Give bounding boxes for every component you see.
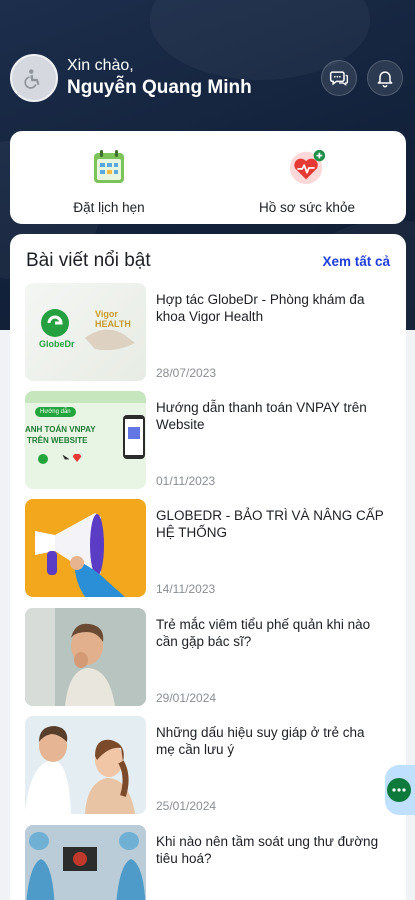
chat-button[interactable] [321, 60, 357, 96]
article-title: Hợp tác GlobeDr - Phòng khám đa khoa Vig… [156, 292, 365, 324]
health-record-button[interactable]: Hồ sơ sức khỏe [208, 131, 406, 224]
article-item[interactable]: Trẻ mắc viêm tiểu phế quản khi nào cần g… [25, 608, 395, 706]
article-date: 25/01/2024 [156, 799, 217, 813]
article-thumbnail: GlobeDr Vigor HEALTH [25, 283, 146, 381]
user-name: Nguyễn Quang Minh [67, 77, 252, 98]
article-title: Những dấu hiệu suy giáp ở trẻ cha mẹ cần… [156, 725, 365, 757]
article-title: GLOBEDR - BẢO TRÌ VÀ NÂNG CẤP HỆ THỐNG [156, 508, 384, 540]
floating-chat-button[interactable] [385, 765, 415, 815]
user-avatar-icon[interactable] [10, 54, 58, 102]
book-appointment-button[interactable]: Đặt lịch hẹn [10, 131, 208, 224]
article-thumbnail: Hướng dẫn ANH TOÁN VNPAY TRÊN WEBSITE [25, 391, 146, 489]
article-thumbnail [25, 608, 146, 706]
article-item[interactable]: Hướng dẫn ANH TOÁN VNPAY TRÊN WEBSITE Hư… [25, 391, 395, 489]
chat-dots-icon [387, 778, 411, 802]
article-title: Trẻ mắc viêm tiểu phế quản khi nào cần g… [156, 617, 371, 649]
article-item[interactable]: Những dấu hiệu suy giáp ở trẻ cha mẹ cần… [25, 716, 395, 814]
article-date: 14/11/2023 [156, 582, 216, 596]
article-item[interactable]: GLOBEDR - BẢO TRÌ VÀ NÂNG CẤP HỆ THỐNG 1… [25, 499, 395, 597]
featured-title: Bài viết nổi bật [26, 250, 151, 271]
greeting-block: Xin chào, Nguyễn Quang Minh [67, 56, 311, 100]
calendar-appointment-icon [89, 147, 129, 187]
article-thumbnail [25, 499, 146, 597]
article-thumbnail [25, 825, 146, 900]
article-title: Hướng dẫn thanh toán VNPAY trên Website [156, 400, 367, 432]
article-title: Khi nào nên tầm soát ung thư đường tiêu … [156, 834, 379, 866]
chat-bubble-icon [329, 71, 348, 86]
greeting-text: Xin chào, [67, 57, 134, 74]
article-date: 29/01/2024 [156, 691, 217, 705]
see-all-link[interactable]: Xem tất cả [322, 254, 390, 269]
article-date: 28/07/2023 [156, 366, 217, 380]
notification-button[interactable] [367, 60, 403, 96]
thumb-partner-text: Vigor HEALTH [95, 309, 131, 329]
quick-actions-card: Đặt lịch hẹn Hồ sơ sức khỏe [10, 131, 406, 224]
article-thumbnail [25, 716, 146, 814]
book-appointment-label: Đặt lịch hẹn [73, 200, 145, 215]
article-item[interactable]: Khi nào nên tầm soát ung thư đường tiêu … [25, 825, 395, 900]
featured-articles-section: Bài viết nổi bật Xem tất cả GlobeDr Vigo… [10, 234, 406, 900]
article-item[interactable]: GlobeDr Vigor HEALTH Hợp tác GlobeDr - P… [25, 283, 395, 381]
featured-header: Bài viết nổi bật Xem tất cả [10, 234, 406, 288]
thumb-brand-text: GlobeDr [39, 339, 75, 349]
health-record-label: Hồ sơ sức khỏe [259, 200, 355, 215]
bell-icon [377, 71, 393, 88]
header: Xin chào, Nguyễn Quang Minh [10, 53, 403, 103]
article-date: 01/11/2023 [156, 474, 216, 488]
health-record-icon [287, 147, 327, 187]
